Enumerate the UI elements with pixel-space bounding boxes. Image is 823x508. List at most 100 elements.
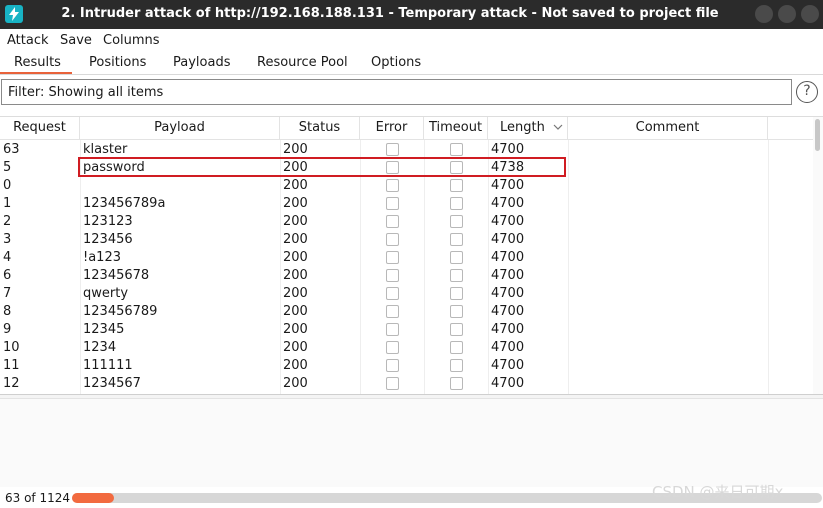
timeout-checkbox xyxy=(450,233,463,246)
error-checkbox xyxy=(386,305,399,318)
error-checkbox xyxy=(386,179,399,192)
cell-status: 200 xyxy=(283,214,308,229)
cell-payload: 12345 xyxy=(83,322,125,337)
table-row[interactable]: 7 qwerty 200 4700 xyxy=(0,285,813,303)
timeout-checkbox xyxy=(450,341,463,354)
cell-request: 2 xyxy=(3,214,12,229)
cell-status: 200 xyxy=(283,286,308,301)
cell-payload: 1234 xyxy=(83,340,117,355)
sort-chevron-icon xyxy=(553,124,563,130)
tab-bar: Results Positions Payloads Resource Pool… xyxy=(0,52,823,75)
cell-length: 4700 xyxy=(491,196,525,211)
timeout-checkbox xyxy=(450,269,463,282)
filter-text: Filter: Showing all items xyxy=(8,85,164,100)
table-header: Request Payload Status Error Timeout Len… xyxy=(0,117,823,140)
watermark-text: CSDN @来日可期x xyxy=(652,483,784,501)
scrollbar-thumb[interactable] xyxy=(815,119,820,151)
request-response-pane xyxy=(0,399,823,487)
cell-request: 4 xyxy=(3,250,12,265)
cell-length: 4700 xyxy=(491,232,525,247)
cell-request: 0 xyxy=(3,178,12,193)
column-header-length[interactable]: Length xyxy=(488,117,568,140)
table-row[interactable]: 0 200 4700 xyxy=(0,177,813,195)
table-row[interactable]: 9 12345 200 4700 xyxy=(0,321,813,339)
menu-columns[interactable]: Columns xyxy=(103,33,160,48)
table-row[interactable]: 6 12345678 200 4700 xyxy=(0,267,813,285)
timeout-checkbox xyxy=(450,305,463,318)
menu-save[interactable]: Save xyxy=(60,33,92,48)
column-header-error[interactable]: Error xyxy=(360,117,424,140)
cell-request: 12 xyxy=(3,376,20,391)
highlight-box xyxy=(78,157,566,177)
table-row[interactable]: 8 123456789 200 4700 xyxy=(0,303,813,321)
cell-request: 11 xyxy=(3,358,20,373)
column-divider xyxy=(568,140,569,395)
timeout-checkbox xyxy=(450,143,463,156)
timeout-checkbox xyxy=(450,287,463,300)
error-checkbox xyxy=(386,359,399,372)
table-row[interactable]: 1 123456789a 200 4700 xyxy=(0,195,813,213)
cell-length: 4700 xyxy=(491,286,525,301)
cell-request: 1 xyxy=(3,196,12,211)
cell-payload: 123456789a xyxy=(83,196,166,211)
cell-length: 4700 xyxy=(491,358,525,373)
cell-length: 4700 xyxy=(491,268,525,283)
tab-options[interactable]: Options xyxy=(371,55,421,70)
error-checkbox xyxy=(386,251,399,264)
column-header-comment[interactable]: Comment xyxy=(568,117,768,140)
cell-status: 200 xyxy=(283,250,308,265)
error-checkbox xyxy=(386,269,399,282)
error-checkbox xyxy=(386,197,399,210)
tab-results[interactable]: Results xyxy=(14,55,61,70)
table-row[interactable]: 2 123123 200 4700 xyxy=(0,213,813,231)
filter-bar[interactable]: Filter: Showing all items xyxy=(1,79,792,105)
close-button[interactable] xyxy=(801,5,819,23)
cell-request: 3 xyxy=(3,232,12,247)
cell-status: 200 xyxy=(283,322,308,337)
cell-payload: 123123 xyxy=(83,214,133,229)
timeout-checkbox xyxy=(450,215,463,228)
cell-status: 200 xyxy=(283,304,308,319)
column-divider xyxy=(280,140,281,395)
column-header-timeout[interactable]: Timeout xyxy=(424,117,488,140)
cell-payload: 111111 xyxy=(83,358,133,373)
table-row[interactable]: 10 1234 200 4700 xyxy=(0,339,813,357)
minimize-button[interactable] xyxy=(755,5,773,23)
cell-length: 4700 xyxy=(491,214,525,229)
table-row[interactable]: 12 1234567 200 4700 xyxy=(0,375,813,393)
timeout-checkbox xyxy=(450,197,463,210)
tab-positions[interactable]: Positions xyxy=(89,55,146,70)
cell-request: 7 xyxy=(3,286,12,301)
cell-request: 9 xyxy=(3,322,12,337)
cell-status: 200 xyxy=(283,232,308,247)
cell-status: 200 xyxy=(283,340,308,355)
tab-payloads[interactable]: Payloads xyxy=(173,55,230,70)
cell-length: 4700 xyxy=(491,304,525,319)
column-divider xyxy=(768,140,769,395)
cell-length: 4700 xyxy=(491,322,525,337)
cell-length: 4700 xyxy=(491,178,525,193)
error-checkbox xyxy=(386,287,399,300)
column-header-payload[interactable]: Payload xyxy=(80,117,280,140)
table-row[interactable]: 3 123456 200 4700 xyxy=(0,231,813,249)
tab-resource-pool[interactable]: Resource Pool xyxy=(257,55,348,70)
result-count: 63 of 1124 xyxy=(5,491,71,505)
table-row[interactable]: 4 !a123 200 4700 xyxy=(0,249,813,267)
help-icon[interactable]: ? xyxy=(796,81,818,103)
maximize-button[interactable] xyxy=(778,5,796,23)
error-checkbox xyxy=(386,377,399,390)
column-header-request[interactable]: Request xyxy=(0,117,80,140)
cell-status: 200 xyxy=(283,196,308,211)
column-header-status[interactable]: Status xyxy=(280,117,360,140)
table-row[interactable]: 11 111111 200 4700 xyxy=(0,357,813,375)
menu-attack[interactable]: Attack xyxy=(7,33,49,48)
timeout-checkbox xyxy=(450,323,463,336)
column-divider xyxy=(360,140,361,395)
cell-request: 10 xyxy=(3,340,20,355)
error-checkbox xyxy=(386,323,399,336)
cell-status: 200 xyxy=(283,376,308,391)
cell-request: 5 xyxy=(3,160,12,175)
cell-length: 4700 xyxy=(491,340,525,355)
cell-length: 4700 xyxy=(491,250,525,265)
table-scrollbar[interactable] xyxy=(813,117,823,395)
